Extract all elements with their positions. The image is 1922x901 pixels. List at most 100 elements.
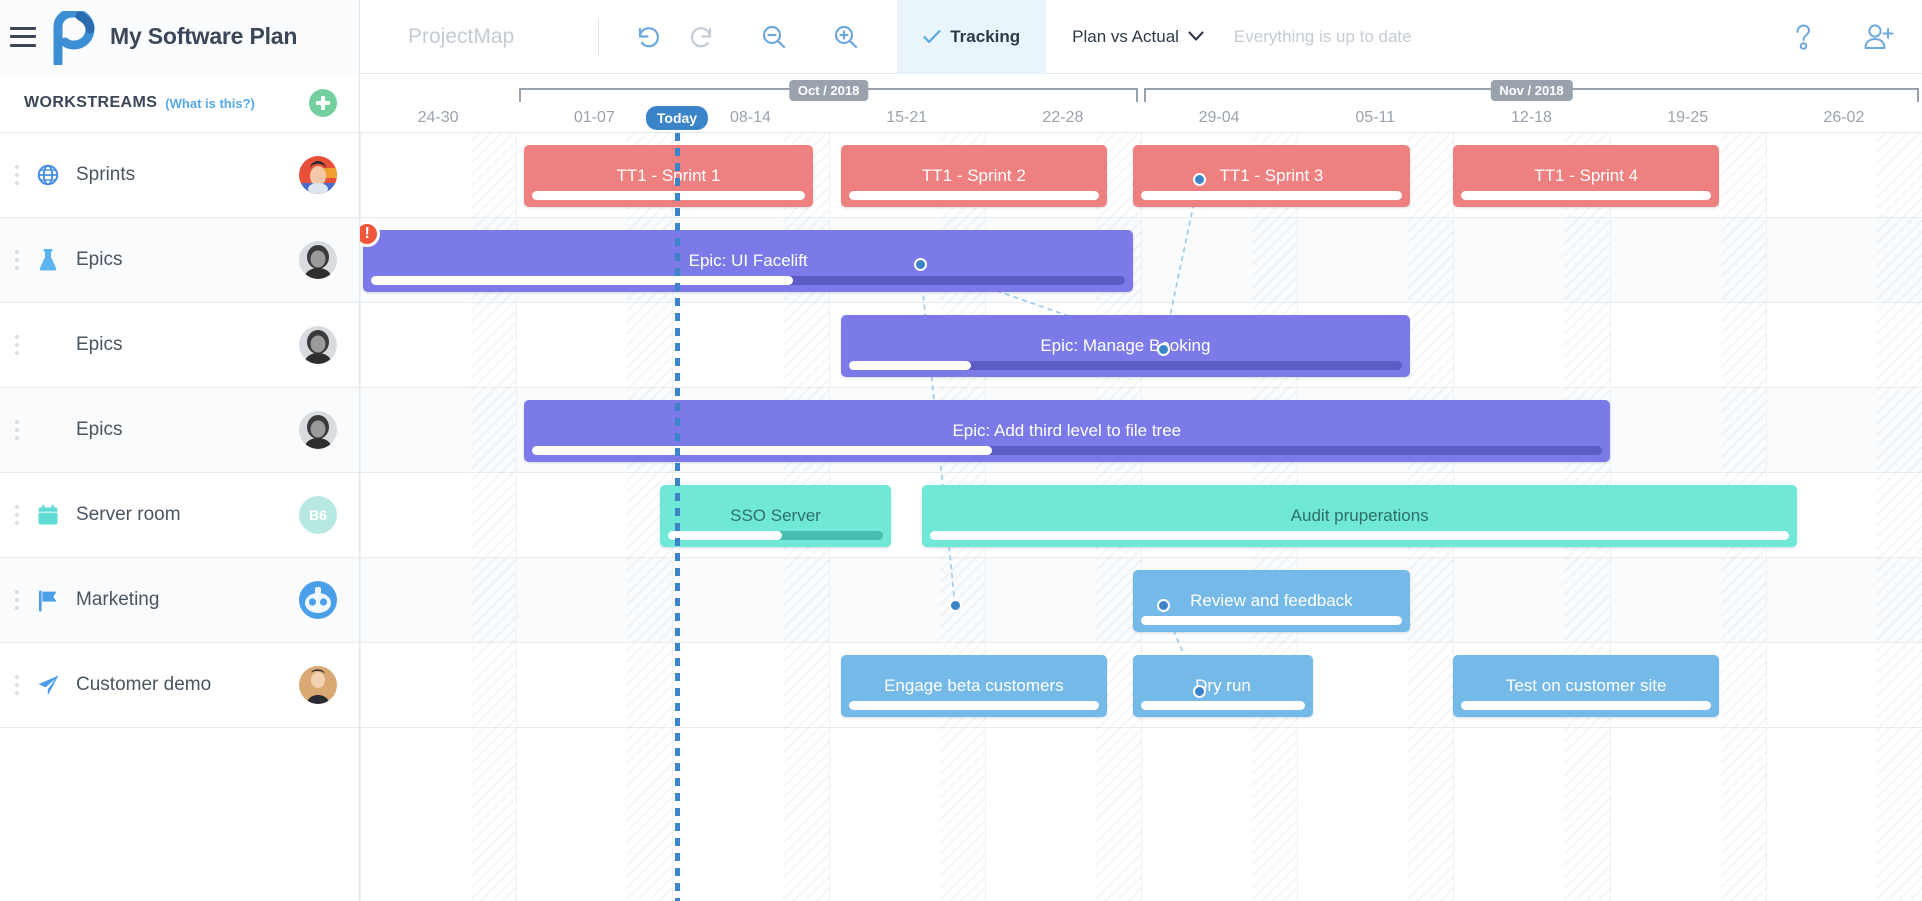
workstream-row[interactable]: Epics — [0, 303, 359, 388]
week-label[interactable]: 12-18 — [1453, 102, 1609, 133]
gantt-task-bar[interactable]: Epic: UI Facelift ! — [363, 230, 1133, 292]
avatar[interactable] — [299, 156, 337, 194]
dependency-link-dot[interactable] — [1193, 173, 1206, 186]
gantt-task-bar[interactable]: Engage beta customers — [841, 655, 1107, 717]
week-label[interactable]: 24-30 — [360, 102, 516, 133]
plan-logo-icon[interactable] — [50, 11, 96, 63]
grid-column-line — [360, 133, 361, 901]
gantt-task-bar[interactable]: SSO Server — [660, 485, 891, 547]
redo-icon[interactable] — [675, 0, 729, 74]
tracking-toggle-button[interactable]: Tracking — [897, 0, 1046, 74]
drag-handle-icon[interactable] — [6, 335, 28, 355]
paper-plane-icon — [28, 674, 68, 697]
drag-handle-icon[interactable] — [6, 165, 28, 185]
task-label: TT1 - Sprint 2 — [910, 166, 1038, 186]
projectmap-label[interactable]: ProjectMap — [408, 25, 514, 49]
gantt-task-bar[interactable]: TT1 - Sprint 1 — [524, 145, 813, 207]
task-label: TT1 - Sprint 4 — [1522, 166, 1650, 186]
task-progress-track — [849, 361, 1402, 370]
workstream-label: Sprints — [76, 164, 135, 186]
drag-handle-icon[interactable] — [6, 420, 28, 440]
help-icon[interactable] — [1776, 0, 1830, 74]
workstream-row[interactable]: Sprints — [0, 133, 359, 218]
drag-handle-icon[interactable] — [6, 675, 28, 695]
gantt-task-bar[interactable]: Review and feedback — [1133, 570, 1409, 632]
page-title: My Software Plan — [110, 23, 297, 50]
gantt-task-bar[interactable]: TT1 - Sprint 4 — [1453, 145, 1719, 207]
task-progress-fill — [1141, 616, 1401, 625]
chevron-down-icon — [1188, 31, 1204, 42]
task-progress-fill — [849, 701, 1099, 710]
week-label[interactable]: 29-04 — [1141, 102, 1297, 133]
today-marker-line — [675, 133, 680, 901]
workstreams-header: WORKSTREAMS (What is this?) — [0, 74, 359, 133]
avatar[interactable] — [299, 326, 337, 364]
dependency-link-dot[interactable] — [949, 599, 962, 612]
task-progress-fill — [532, 446, 992, 455]
task-progress-track — [1461, 701, 1711, 710]
week-label[interactable]: 15-21 — [829, 102, 985, 133]
toolbar-right-icons — [1776, 0, 1906, 74]
week-label[interactable]: 26-02 — [1766, 102, 1922, 133]
drag-handle-icon[interactable] — [6, 505, 28, 525]
drag-handle-icon[interactable] — [6, 590, 28, 610]
week-label[interactable]: 19-25 — [1610, 102, 1766, 133]
task-progress-fill — [1141, 191, 1401, 200]
workstream-row[interactable]: Server room B6 — [0, 473, 359, 558]
task-progress-fill — [930, 531, 1789, 540]
task-label: Epic: UI Facelift — [677, 251, 820, 271]
toolbar-divider — [598, 18, 599, 56]
dependency-link-dot[interactable] — [1193, 685, 1206, 698]
zoom-in-icon[interactable] — [819, 0, 873, 74]
workstream-row[interactable]: Epics — [0, 388, 359, 473]
main-content: WORKSTREAMS (What is this?) Sprints Epic… — [0, 74, 1922, 901]
week-label[interactable]: 05-11 — [1297, 102, 1453, 133]
add-user-icon[interactable] — [1852, 0, 1906, 74]
task-label: Epic: Manage Booking — [1028, 336, 1222, 356]
undo-icon[interactable] — [621, 0, 675, 74]
gantt-task-bar[interactable]: TT1 - Sprint 2 — [841, 145, 1107, 207]
avatar[interactable] — [299, 241, 337, 279]
gantt-task-bar[interactable]: Dry run — [1133, 655, 1313, 717]
gantt-timeline[interactable]: Oct / 2018Nov / 2018 24-3001-0708-1415-2… — [360, 74, 1922, 901]
gantt-task-bar[interactable]: Audit pruperations — [922, 485, 1797, 547]
gantt-task-bar[interactable]: TT1 - Sprint 3 — [1133, 145, 1409, 207]
add-workstream-button[interactable] — [309, 89, 337, 117]
drag-handle-icon[interactable] — [6, 250, 28, 270]
dependency-link-dot[interactable] — [1157, 343, 1170, 356]
what-is-this-link[interactable]: (What is this?) — [165, 96, 255, 111]
task-progress-track — [371, 276, 1125, 285]
week-header-row: 24-3001-0708-1415-2122-2829-0405-1112-18… — [360, 102, 1922, 133]
flask-icon — [28, 248, 68, 272]
workstream-label: Customer demo — [76, 674, 211, 696]
workstream-label: Epics — [76, 419, 122, 441]
month-label: Oct / 2018 — [789, 80, 868, 101]
gantt-task-bar[interactable]: Test on customer site — [1453, 655, 1719, 717]
workstream-row[interactable]: Marketing — [0, 558, 359, 643]
task-label: TT1 - Sprint 3 — [1207, 166, 1335, 186]
task-progress-fill — [532, 191, 805, 200]
avatar[interactable] — [299, 666, 337, 704]
task-label: Review and feedback — [1178, 591, 1365, 611]
task-label: Epic: Add third level to file tree — [940, 421, 1193, 441]
gantt-task-bar[interactable]: Epic: Manage Booking — [841, 315, 1410, 377]
timeline-grid[interactable]: TT1 - Sprint 1 TT1 - Sprint 2 TT1 - Spri… — [360, 133, 1922, 901]
avatar[interactable] — [299, 411, 337, 449]
view-mode-dropdown[interactable]: Plan vs Actual — [1072, 27, 1204, 47]
task-progress-fill — [1461, 191, 1711, 200]
avatar[interactable] — [299, 581, 337, 619]
workstream-row[interactable]: Customer demo — [0, 643, 359, 728]
zoom-out-icon[interactable] — [747, 0, 801, 74]
workstream-row[interactable]: Epics — [0, 218, 359, 303]
hamburger-menu-icon[interactable] — [10, 27, 36, 47]
gantt-task-bar[interactable]: Epic: Add third level to file tree — [524, 400, 1610, 462]
week-label[interactable]: 22-28 — [985, 102, 1141, 133]
task-progress-track — [849, 191, 1099, 200]
tracking-label: Tracking — [950, 27, 1020, 47]
globe-icon — [28, 164, 68, 186]
dependency-link-dot[interactable] — [914, 258, 927, 271]
task-progress-track — [668, 531, 883, 540]
dependency-link-dot[interactable] — [1157, 599, 1170, 612]
avatar[interactable]: B6 — [299, 496, 337, 534]
task-progress-track — [849, 701, 1099, 710]
